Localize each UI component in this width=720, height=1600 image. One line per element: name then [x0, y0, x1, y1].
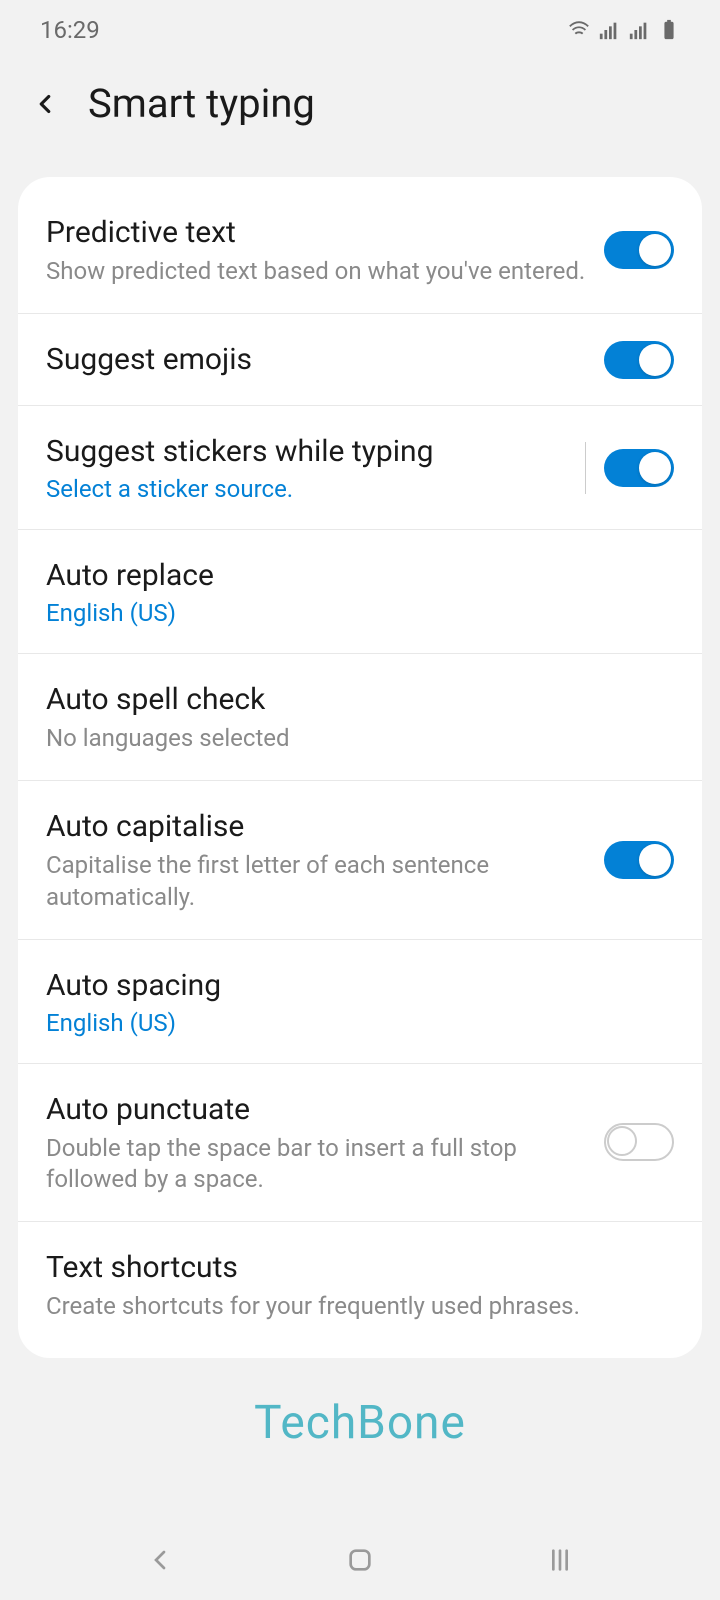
predictive-text-row[interactable]: Predictive text Show predicted text base… — [18, 187, 702, 314]
signal-icon — [598, 19, 620, 41]
watermark: TechBone — [254, 1396, 466, 1450]
status-time: 16:29 — [40, 16, 100, 44]
auto-capitalise-row[interactable]: Auto capitalise Capitalise the first let… — [18, 781, 702, 939]
row-title: Suggest stickers while typing — [46, 432, 569, 471]
row-title: Auto spacing — [46, 966, 658, 1005]
settings-card: Predictive text Show predicted text base… — [18, 177, 702, 1358]
predictive-text-toggle[interactable] — [604, 231, 674, 269]
suggest-stickers-toggle[interactable] — [604, 449, 674, 487]
status-icons — [568, 19, 680, 41]
suggest-stickers-row[interactable]: Suggest stickers while typing Select a s… — [18, 406, 702, 530]
row-title: Predictive text — [46, 213, 588, 252]
signal-icon-2 — [628, 19, 650, 41]
row-title: Auto punctuate — [46, 1090, 588, 1129]
row-link: English (US) — [46, 599, 658, 627]
row-title: Auto capitalise — [46, 807, 588, 846]
row-link[interactable]: Select a sticker source. — [46, 475, 569, 503]
row-sub: Capitalise the first letter of each sent… — [46, 850, 588, 912]
row-title: Text shortcuts — [46, 1248, 658, 1287]
divider-line — [585, 442, 586, 494]
app-header: Smart typing — [0, 60, 720, 177]
suggest-emojis-row[interactable]: Suggest emojis — [18, 314, 702, 406]
nav-bar — [0, 1520, 720, 1600]
suggest-emojis-toggle[interactable] — [604, 341, 674, 379]
row-sub: Create shortcuts for your frequently use… — [46, 1291, 658, 1322]
row-title: Auto replace — [46, 556, 658, 595]
auto-punctuate-row[interactable]: Auto punctuate Double tap the space bar … — [18, 1064, 702, 1222]
nav-recents-icon[interactable] — [544, 1544, 576, 1576]
back-icon[interactable] — [30, 89, 60, 119]
row-sub: Show predicted text based on what you've… — [46, 256, 588, 287]
wifi-icon — [568, 19, 590, 41]
row-link: English (US) — [46, 1009, 658, 1037]
row-title: Auto spell check — [46, 680, 658, 719]
row-sub: Double tap the space bar to insert a ful… — [46, 1133, 588, 1195]
auto-spacing-row[interactable]: Auto spacing English (US) — [18, 940, 702, 1064]
battery-icon — [658, 19, 680, 41]
row-title: Suggest emojis — [46, 340, 588, 379]
status-bar: 16:29 — [0, 0, 720, 60]
auto-punctuate-toggle[interactable] — [604, 1123, 674, 1161]
page-title: Smart typing — [88, 80, 315, 127]
nav-home-icon[interactable] — [344, 1544, 376, 1576]
auto-capitalise-toggle[interactable] — [604, 841, 674, 879]
nav-back-icon[interactable] — [144, 1544, 176, 1576]
row-sub: No languages selected — [46, 723, 658, 754]
auto-replace-row[interactable]: Auto replace English (US) — [18, 530, 702, 654]
auto-spell-check-row[interactable]: Auto spell check No languages selected — [18, 654, 702, 781]
text-shortcuts-row[interactable]: Text shortcuts Create shortcuts for your… — [18, 1222, 702, 1348]
